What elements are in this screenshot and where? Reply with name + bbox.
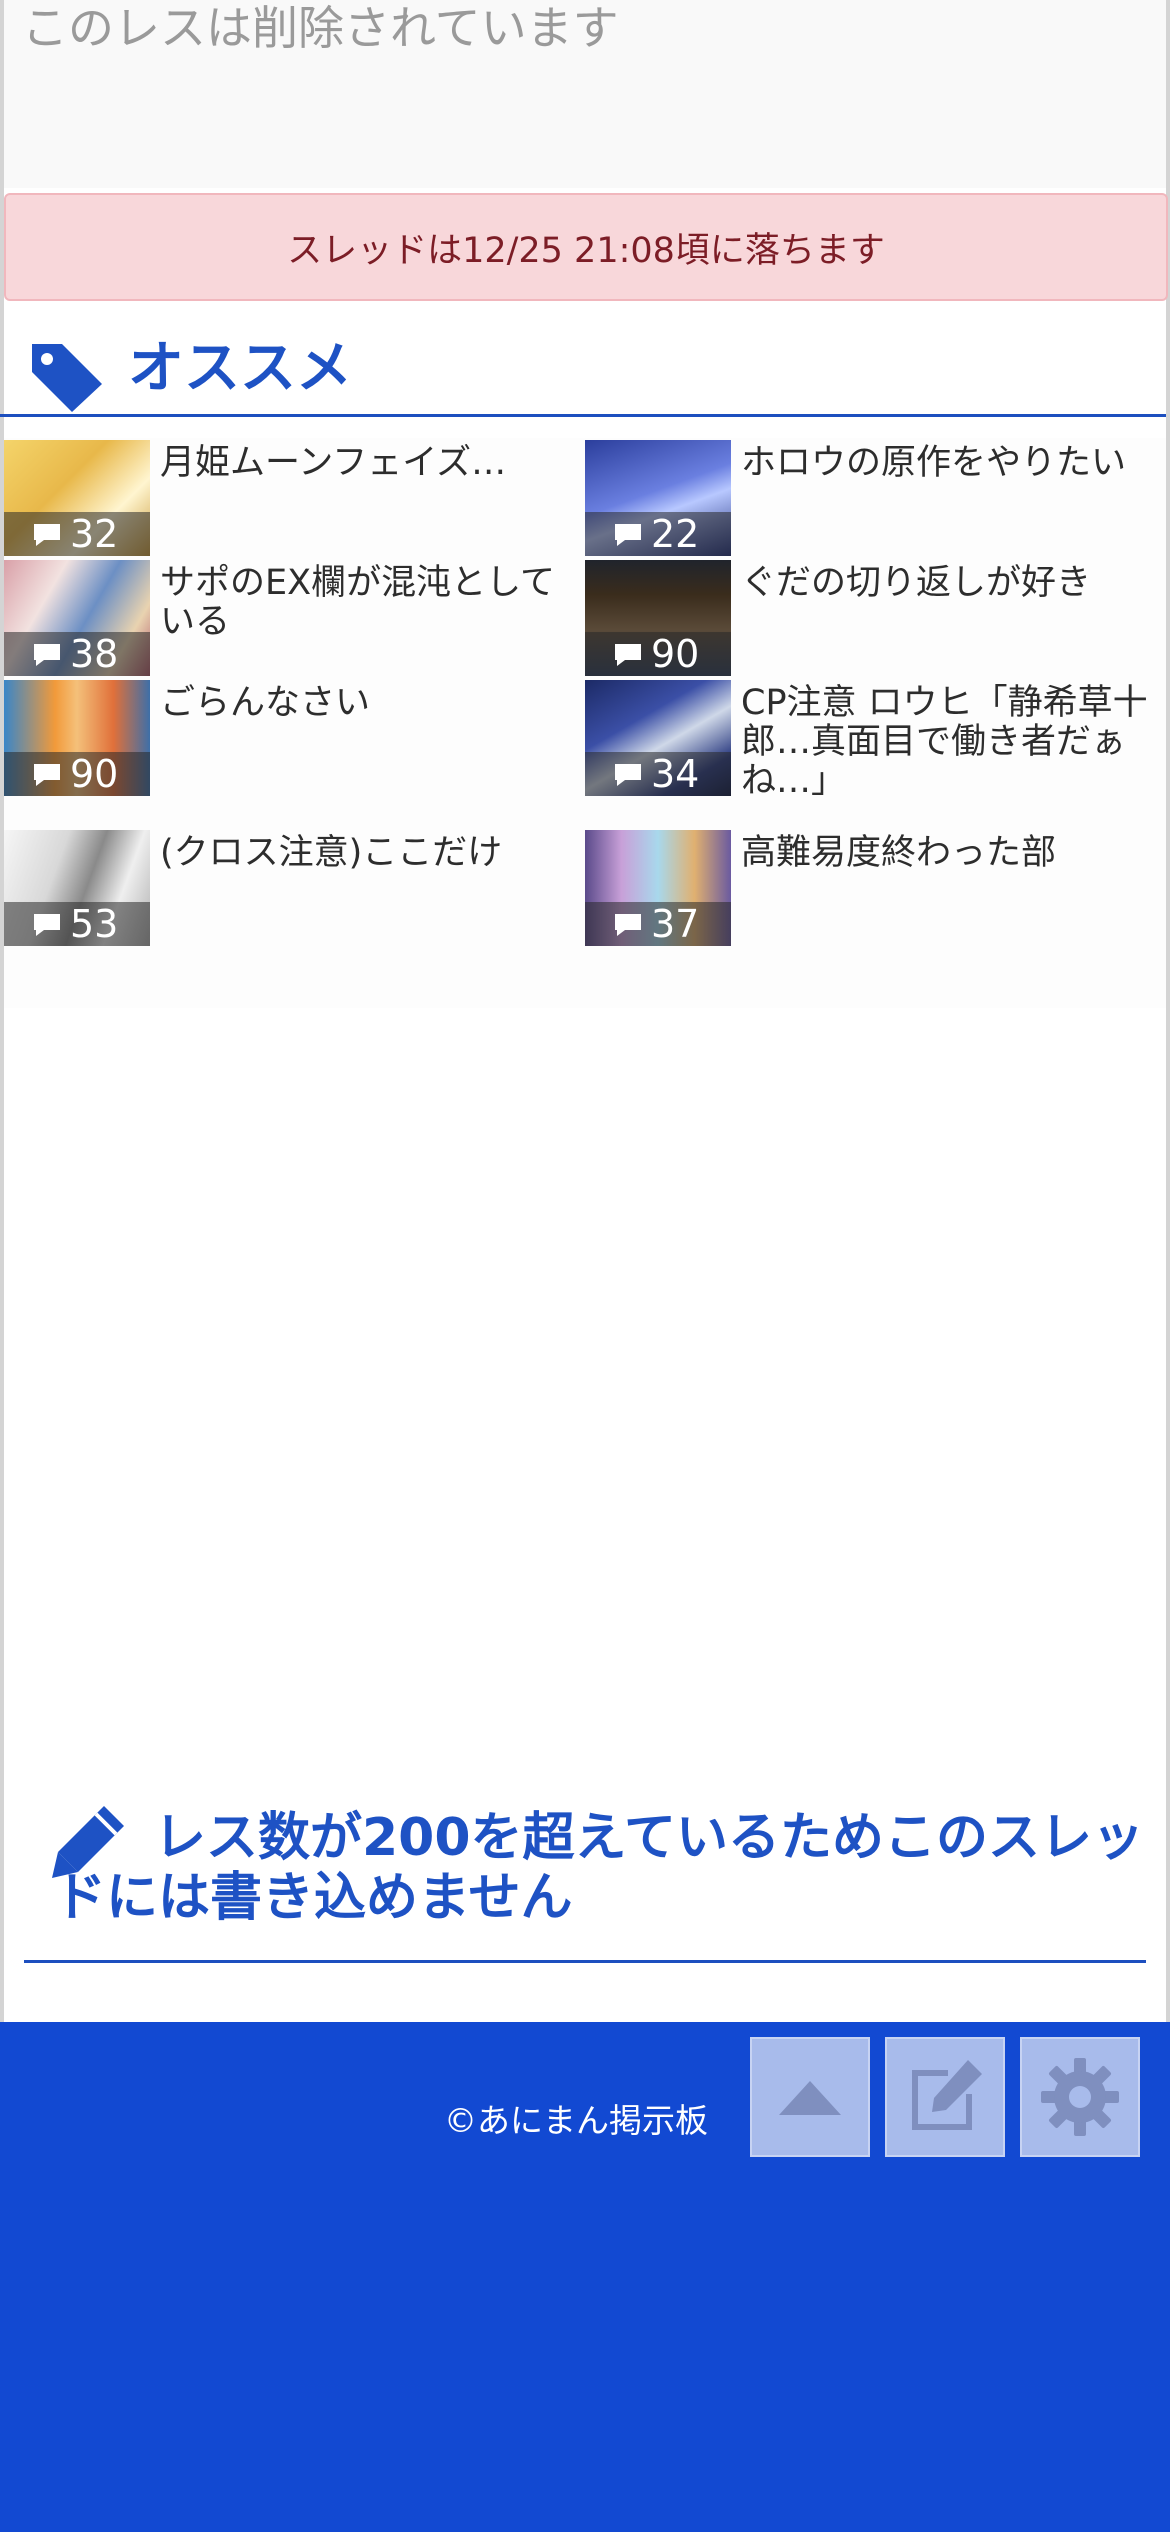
recommend-item[interactable]: 37 高難易度終わった部: [585, 828, 1165, 948]
comment-icon: [615, 914, 641, 936]
scroll-top-button[interactable]: [750, 2037, 870, 2157]
recommend-item[interactable]: 90 ごらんなさい: [4, 678, 584, 798]
comment-count-value: 34: [651, 752, 700, 796]
recommend-item[interactable]: 38 サポのEX欄が混沌としている: [4, 558, 584, 678]
recommend-item[interactable]: 90 ぐだの切り返しが好き: [585, 558, 1165, 678]
gear-icon: [1041, 2058, 1119, 2136]
comment-icon: [615, 764, 641, 786]
recommend-item-title[interactable]: ごらんなさい: [160, 684, 576, 723]
thread-thumbnail[interactable]: 37: [585, 830, 731, 946]
comment-count: 38: [4, 632, 150, 676]
write-button[interactable]: [885, 2037, 1005, 2157]
recommend-item[interactable]: 53 (クロス注意)ここだけ: [4, 828, 584, 948]
recommend-item[interactable]: 22 ホロウの原作をやりたい: [585, 438, 1165, 558]
right-border: [1166, 0, 1170, 2022]
comment-count: 90: [585, 632, 731, 676]
comment-icon: [34, 764, 60, 786]
comment-count-value: 90: [70, 752, 119, 796]
comment-count-value: 90: [651, 632, 700, 676]
settings-button[interactable]: [1020, 2037, 1140, 2157]
comment-count-value: 32: [70, 512, 119, 556]
write-disabled-notice: レス数が200を超えているためこのスレッドには書き込めません: [24, 1802, 1146, 1963]
comment-count: 37: [585, 902, 731, 946]
write-disabled-text: レス数が200を超えているためこのスレッドには書き込めません: [54, 1808, 1144, 1928]
thread-thumbnail[interactable]: 38: [4, 560, 150, 676]
thread-thumbnail[interactable]: 90: [585, 560, 731, 676]
recommend-item[interactable]: 34 CP注意 ロウヒ「静希草十郎…真面目で働き者だぁね…」: [585, 678, 1165, 801]
thread-thumbnail[interactable]: 22: [585, 440, 731, 556]
thread-expiry-notice: スレッドは12/25 21:08頃に落ちます: [4, 193, 1168, 301]
recommend-item-title[interactable]: ホロウの原作をやりたい: [741, 444, 1157, 483]
deleted-post: このレスは削除されています: [4, 0, 1166, 188]
page-content: このレスは削除されています スレッドは12/25 21:08頃に落ちます オスス…: [0, 0, 1170, 2022]
recommend-item-title[interactable]: CP注意 ロウヒ「静希草十郎…真面目で働き者だぁね…」: [741, 684, 1157, 801]
comment-count-value: 38: [70, 632, 119, 676]
recommend-item[interactable]: 32 月姫ムーンフェイズ…: [4, 438, 584, 558]
recommend-item-title[interactable]: 月姫ムーンフェイズ…: [160, 444, 576, 483]
comment-icon: [34, 644, 60, 666]
comment-count: 53: [4, 902, 150, 946]
comment-count: 22: [585, 512, 731, 556]
caret-up-icon: [779, 2081, 841, 2115]
recommend-item-title[interactable]: 高難易度終わった部: [741, 834, 1157, 873]
thread-thumbnail[interactable]: 34: [585, 680, 731, 796]
copyright: ©あにまん掲示板: [444, 2101, 708, 2140]
comment-count-value: 53: [70, 902, 119, 946]
comment-count: 34: [585, 752, 731, 796]
left-border: [0, 0, 4, 2022]
recommend-list: 32 月姫ムーンフェイズ… 22 ホロウの原作をやりたい 38 サポのEX欄が混…: [4, 438, 1166, 1008]
thread-thumbnail[interactable]: 53: [4, 830, 150, 946]
comment-count-value: 22: [651, 512, 700, 556]
recommend-item-title[interactable]: サポのEX欄が混沌としている: [160, 564, 576, 642]
recommend-title: オススメ: [128, 336, 352, 401]
edit-icon: [912, 2060, 982, 2130]
comment-icon: [615, 644, 641, 666]
tag-icon: [32, 344, 102, 412]
deleted-post-text: このレスは削除されています: [22, 1, 619, 55]
recommend-item-title[interactable]: ぐだの切り返しが好き: [741, 564, 1157, 603]
footer: ©あにまん掲示板: [0, 2022, 1170, 2532]
thread-thumbnail[interactable]: 32: [4, 440, 150, 556]
recommend-header: オススメ: [0, 322, 1166, 417]
comment-icon: [34, 524, 60, 546]
comment-count: 32: [4, 512, 150, 556]
comment-icon: [34, 914, 60, 936]
comment-count: 90: [4, 752, 150, 796]
comment-icon: [615, 524, 641, 546]
thread-thumbnail[interactable]: 90: [4, 680, 150, 796]
comment-count-value: 37: [651, 902, 700, 946]
recommend-item-title[interactable]: (クロス注意)ここだけ: [160, 834, 576, 873]
